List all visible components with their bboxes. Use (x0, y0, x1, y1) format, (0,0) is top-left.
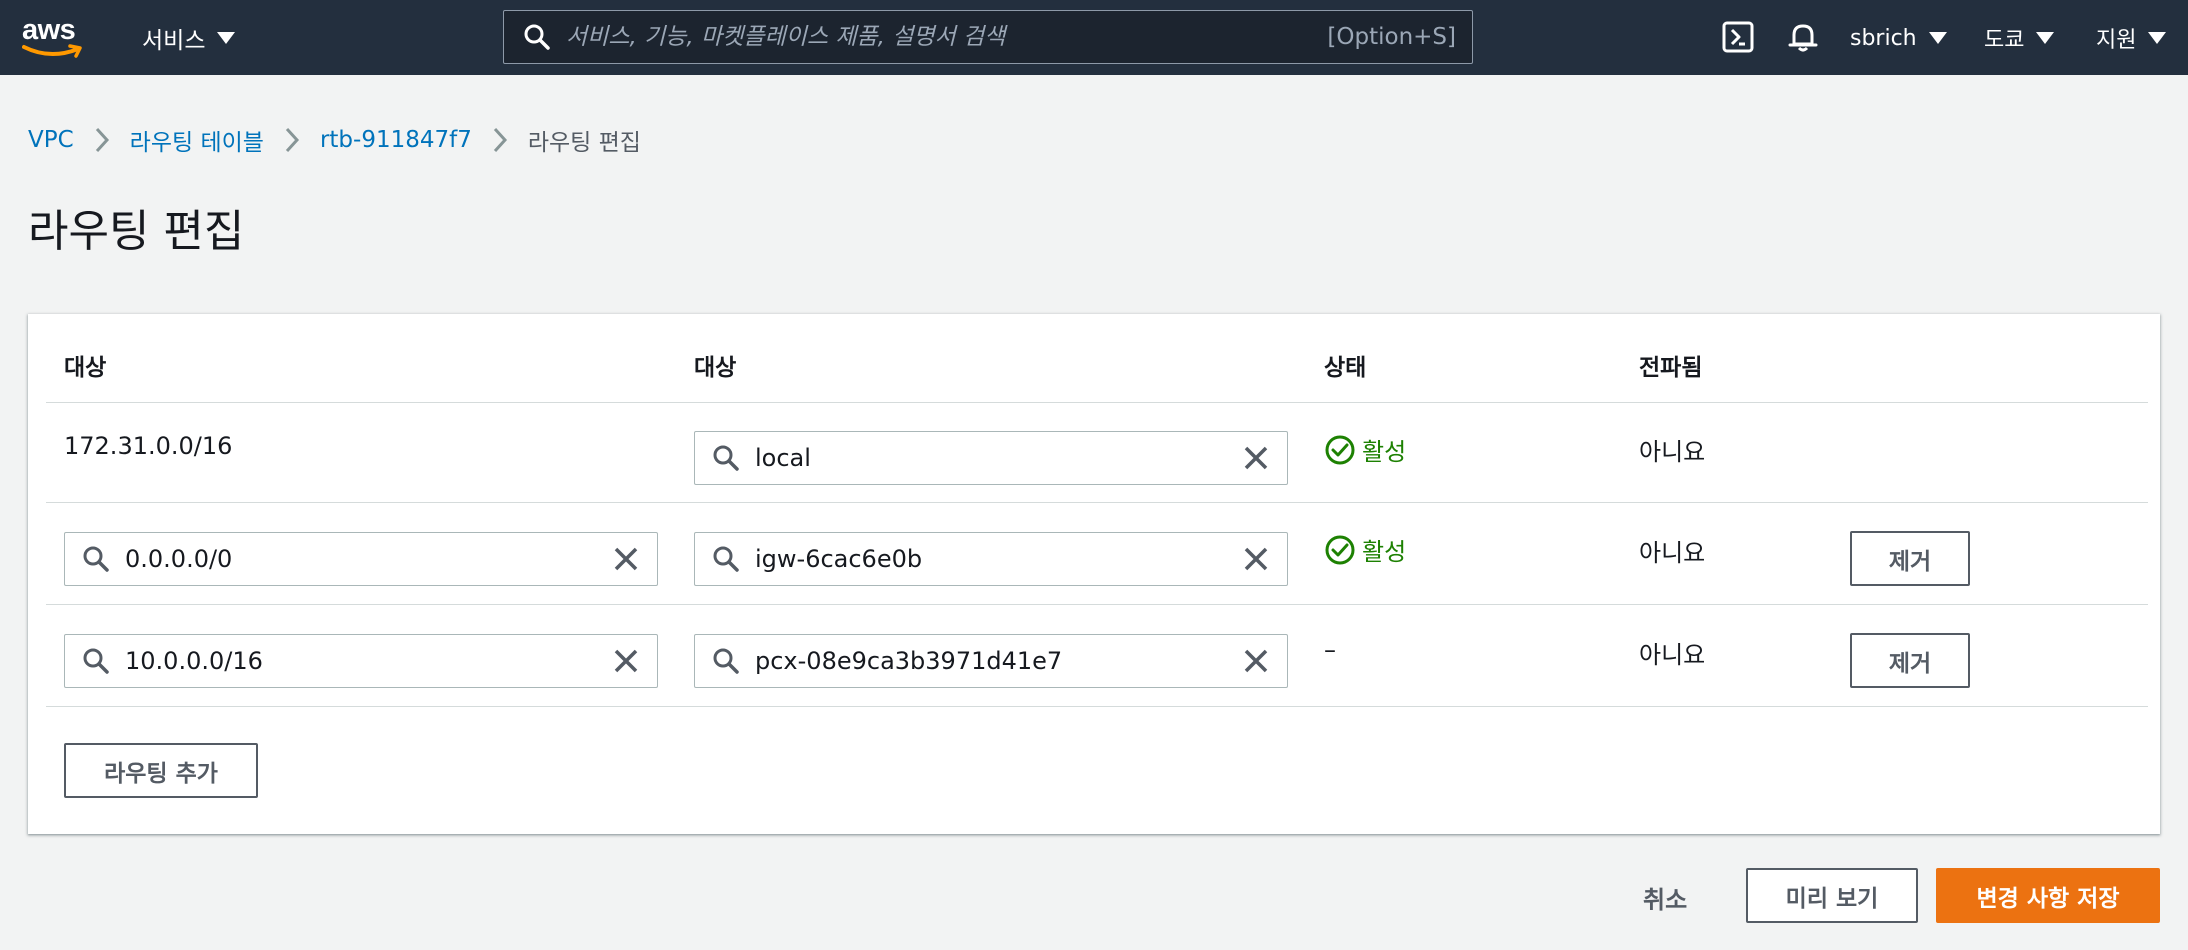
breadcrumb-route-tables[interactable]: 라우팅 테이블 (130, 123, 264, 157)
services-label: 서비스 (142, 28, 206, 54)
preview-button[interactable]: 미리 보기 (1746, 868, 1918, 923)
search-icon (524, 24, 550, 50)
status-success-icon (1325, 535, 1355, 564)
user-label: sbrich (1850, 25, 1917, 51)
caret-down-icon (1928, 32, 1947, 44)
column-header-propagated: 전파됨 (1639, 355, 1703, 381)
breadcrumb-current: 라우팅 편집 (527, 130, 641, 156)
search-input[interactable] (566, 17, 1328, 57)
region-menu[interactable]: 도쿄 (1984, 20, 2055, 56)
services-menu[interactable]: 서비스 (142, 20, 236, 56)
route-destination-input[interactable] (125, 641, 611, 681)
save-changes-button[interactable]: 변경 사항 저장 (1936, 868, 2160, 923)
top-navigation: aws 서비스 [Option+S] sbrich 도쿄 지원 (0, 0, 2188, 75)
route-target-field[interactable] (694, 431, 1288, 485)
status-text: – (1324, 636, 1336, 664)
aws-logo[interactable]: aws (22, 14, 84, 60)
caret-down-icon (2036, 32, 2055, 44)
remove-route-button[interactable]: 제거 (1850, 531, 1970, 586)
cloudshell-icon[interactable] (1721, 20, 1755, 54)
divider (46, 502, 2148, 503)
divider (46, 402, 2148, 403)
user-menu[interactable]: sbrich (1850, 20, 1947, 56)
propagated-text: 아니요 (1639, 438, 1706, 466)
support-menu[interactable]: 지원 (2096, 20, 2167, 56)
search-icon (83, 648, 109, 674)
route-target-field[interactable] (694, 532, 1288, 586)
status-text: 활성 (1362, 538, 1407, 566)
clear-icon[interactable] (1241, 646, 1271, 676)
add-route-button[interactable]: 라우팅 추가 (64, 743, 258, 798)
search-icon (713, 648, 739, 674)
search-icon (713, 445, 739, 471)
status-indicator: 활성 (1324, 432, 1406, 467)
chevron-right-icon (472, 126, 528, 154)
status-indicator: 활성 (1324, 532, 1406, 567)
breadcrumb-vpc[interactable]: VPC (28, 127, 74, 153)
chevron-right-icon (264, 126, 320, 154)
route-destination-field[interactable] (64, 634, 658, 688)
clear-icon[interactable] (611, 544, 641, 574)
column-header-target: 대상 (694, 355, 737, 381)
divider (46, 706, 2148, 707)
column-header-status: 상태 (1324, 355, 1367, 381)
route-target-input[interactable] (755, 438, 1241, 478)
breadcrumb: VPC 라우팅 테이블 rtb-911847f7 라우팅 편집 (28, 120, 641, 160)
global-search[interactable]: [Option+S] (503, 10, 1473, 64)
status-text: 활성 (1362, 438, 1407, 466)
status-success-icon (1325, 435, 1355, 464)
breadcrumb-route-table-id[interactable]: rtb-911847f7 (320, 127, 472, 153)
clear-icon[interactable] (1241, 443, 1271, 473)
search-icon (83, 546, 109, 572)
notifications-bell-icon[interactable] (1786, 20, 1820, 54)
caret-down-icon (2148, 32, 2167, 44)
clear-icon[interactable] (611, 646, 641, 676)
remove-route-button[interactable]: 제거 (1850, 633, 1970, 688)
logo-text: aws (22, 14, 76, 46)
route-destination-field[interactable] (64, 532, 658, 586)
route-target-input[interactable] (755, 539, 1241, 579)
route-target-input[interactable] (755, 641, 1241, 681)
region-label: 도쿄 (1984, 28, 2025, 53)
route-target-field[interactable] (694, 634, 1288, 688)
clear-icon[interactable] (1241, 544, 1271, 574)
page-title: 라우팅 편집 (28, 206, 245, 257)
search-icon (713, 546, 739, 572)
search-shortcut-hint: [Option+S] (1327, 24, 1456, 50)
caret-down-icon (217, 32, 236, 44)
propagated-text: 아니요 (1639, 641, 1706, 669)
support-label: 지원 (2096, 28, 2137, 53)
route-destination-input[interactable] (125, 539, 611, 579)
route-destination-text: 172.31.0.0/16 (64, 432, 233, 460)
column-header-destination: 대상 (64, 355, 107, 381)
divider (46, 604, 2148, 605)
propagated-text: 아니요 (1639, 539, 1706, 567)
smile-arrow-icon (22, 44, 82, 58)
chevron-right-icon (74, 126, 130, 154)
cancel-button[interactable]: 취소 (1643, 880, 1687, 915)
